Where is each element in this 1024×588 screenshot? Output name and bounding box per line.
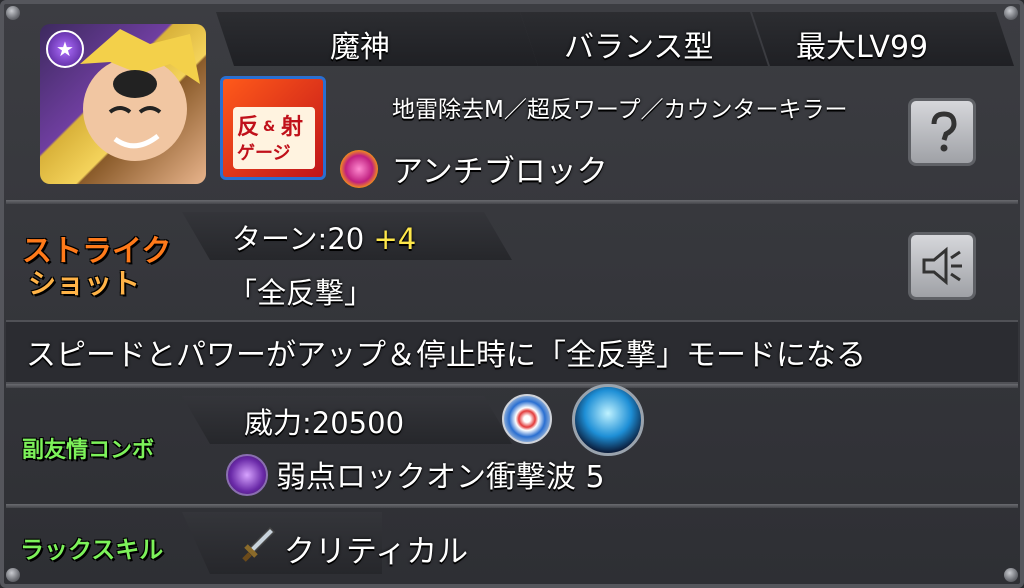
character-portrait: ★ xyxy=(40,24,206,184)
max-level-label: 最大LV99 xyxy=(796,30,929,65)
strike-shot-description: スピードとパワーがアップ＆停止時に「全反撃」モードになる xyxy=(26,338,866,373)
sub-combo-power: 威力:20500 xyxy=(244,406,405,440)
rivet xyxy=(1004,6,1018,20)
gauge-badge-amp: & xyxy=(263,119,276,135)
section-divider xyxy=(6,200,1018,204)
rivet xyxy=(6,6,20,20)
strike-shot-name: 「全反撃」 xyxy=(228,276,374,310)
dark-element-icon: ★ xyxy=(46,30,84,68)
turns-bonus: +4 xyxy=(373,222,417,256)
gauge-badge-char: 射 xyxy=(281,115,304,140)
help-button[interactable] xyxy=(908,98,976,166)
luck-skill-name: クリティカル xyxy=(284,534,469,570)
turns-value: ターン:20 xyxy=(232,222,365,256)
blast-icon xyxy=(572,384,644,456)
speaker-icon xyxy=(922,246,962,286)
rivet xyxy=(1004,568,1018,582)
orb-icon xyxy=(502,394,552,444)
rivet xyxy=(6,568,20,582)
strike-turns: ターン:20 +4 xyxy=(232,216,416,258)
luck-skill-label: ラックスキル xyxy=(20,536,164,564)
voice-button[interactable] xyxy=(908,232,976,300)
main-ability: 地雷除去M／超反ワープ／カウンターキラー xyxy=(392,97,848,123)
sub-combo-name: 弱点ロックオン衝撃波 5 xyxy=(276,460,605,495)
question-icon xyxy=(931,111,957,152)
sub-combo-element-icon xyxy=(226,454,268,496)
type-label: バランス型 xyxy=(564,30,714,65)
sub-combo-label: 副友情コンボ xyxy=(22,438,155,463)
section-divider xyxy=(6,504,1018,508)
reflect-gauge-badge: 反 & 射 ゲージ xyxy=(220,76,326,180)
section-divider xyxy=(6,384,1018,388)
sword-icon xyxy=(242,526,276,562)
gauge-badge-label: ゲージ xyxy=(237,143,291,164)
strike-shot-label-2: ショット xyxy=(28,267,141,300)
gauge-ability-icon xyxy=(340,150,378,188)
race-label: 魔神 xyxy=(330,30,390,65)
gauge-ability: アンチブロック xyxy=(392,154,608,190)
gauge-badge-char: 反 xyxy=(237,115,260,140)
